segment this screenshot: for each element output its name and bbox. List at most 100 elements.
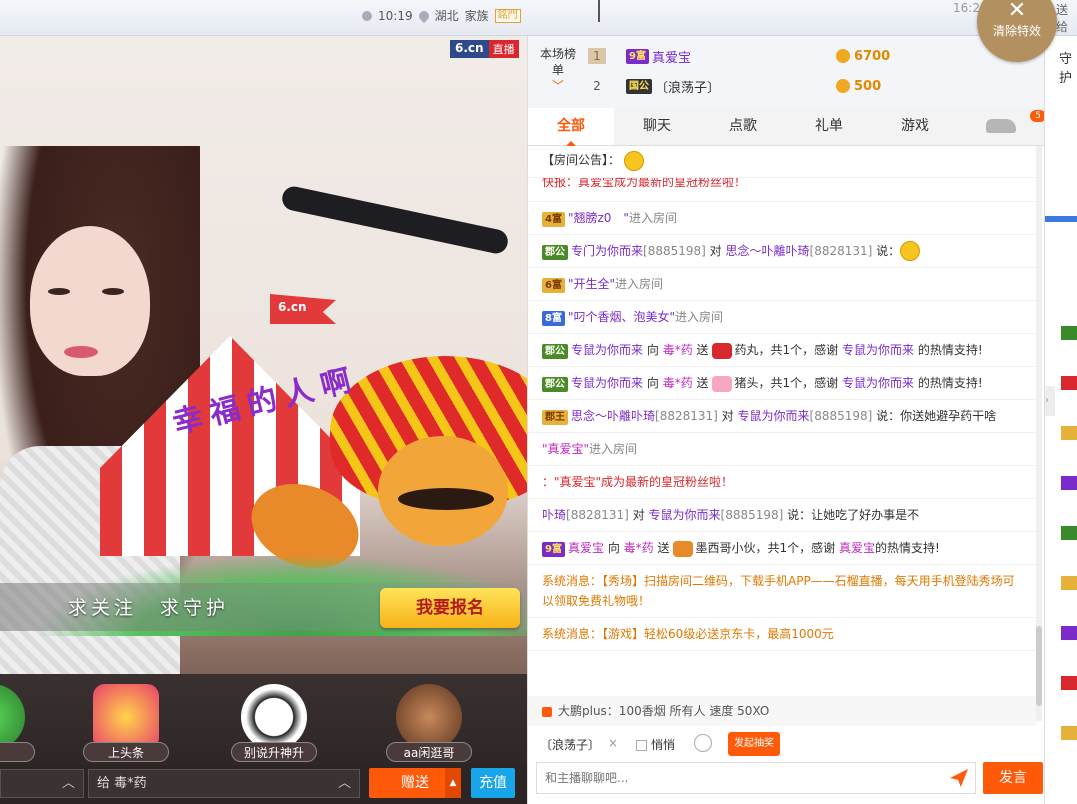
chat-toolbar: 〔浪荡子〕 × 悄悄 发起抽奖 [528,732,1044,760]
guard-tab[interactable]: 守护 [1059,48,1077,86]
user-name[interactable]: 思念～卟離卟琦 [571,409,655,423]
lottery-button[interactable]: 发起抽奖 [728,732,780,756]
user-name[interactable]: 毒*药 [663,343,693,357]
chevron-down-icon: ﹀ [551,79,564,93]
message-text: 的热情支持! [917,376,983,390]
user-id: [8828131] [809,243,873,258]
level-badge: 郡王 [542,410,568,425]
message-text: 送 [657,541,670,555]
user-name[interactable]: 毒*药 [663,376,693,390]
user-name[interactable]: 毒*药 [624,541,654,555]
user-name[interactable]: 真爱宝 [568,541,604,555]
gift-send-bar: ︿ 给 毒*药 ︿ 赠送 ▲ 充值 [0,765,527,804]
chevron-right-icon[interactable]: › [1045,386,1055,416]
gift-icon [0,684,25,750]
chat-target[interactable]: 〔浪荡子〕 [540,736,600,753]
list-item: 6富 "开生全"进入房间 [528,268,1036,301]
user-name[interactable]: 专门为你而来 [571,244,643,258]
list-item: 郡公 专鼠为你而来 向 毒*药 送药丸，共1个，感谢 专鼠为你而来 的热情支持! [528,334,1036,367]
level-badge: 8富 [542,311,565,326]
message-text: 的热情支持! [875,541,940,555]
volume-slider-tick[interactable] [598,0,600,22]
close-icon[interactable]: × [608,736,618,750]
eye-left [48,288,70,295]
user-name[interactable]: 专鼠为你而来 [571,376,643,390]
level-badge [1061,576,1077,590]
user-name[interactable]: "翘膀z0 " [568,211,629,225]
message-text: 快报：真爱宝成为最新的皇冠粉丝啦！ [542,177,747,189]
tab-games[interactable]: 游戏 [872,108,958,145]
checkbox-icon [636,740,647,751]
message-text: 向 [646,343,659,357]
rank-label[interactable]: 本场榜单 ﹀ [538,46,578,94]
rank-user: 真爱宝 [651,50,691,66]
user-name[interactable]: 专鼠为你而来 [649,508,721,522]
quantity-select[interactable]: ︿ [0,769,84,798]
chat-panel: 本场榜单 ﹀ 1 9富 真爱宝 6700 2 国公 〔浪荡子〕 500 全部 聊… [527,36,1046,804]
recharge-button[interactable]: 充值 [471,768,515,798]
tab-songs[interactable]: 点歌 [700,108,786,145]
tab-car[interactable]: 5 [958,108,1046,145]
gift-item[interactable]: aa闲逛哥 [381,684,477,762]
rank-row[interactable]: 1 9富 真爱宝 6700 [588,44,1028,68]
scrollbar-thumb[interactable] [1036,626,1042,706]
tab-all[interactable]: 全部 [528,108,614,146]
gift-item[interactable]: 回 [0,684,40,762]
user-name[interactable]: 专鼠为你而来 [738,409,810,423]
list-item: ："真爱宝"成为最新的皇冠粉丝啦！ [528,466,1036,499]
top-bar: 10:19 湖北 家族 銘門 16:2 送给 [0,0,1077,36]
recipient-select[interactable]: 给 毒*药 ︿ [88,769,360,798]
user-name[interactable]: "开生全" [568,277,615,291]
rank-row[interactable]: 2 国公 〔浪荡子〕 500 [588,74,1028,98]
list-item: 4富 "翘膀z0 "进入房间 [528,202,1036,235]
list-item: 卟琦[8828131] 对 专鼠为你而来[8885198] 说：让她吃了好办事是… [528,499,1036,532]
mexican-gift-icon [672,540,693,557]
brand-name: 6.cn [450,40,489,58]
message-text: 对 [721,409,734,423]
list-item: "真爱宝"进入房间 [528,433,1036,466]
level-badge: 国公 [626,78,652,94]
avatar-icon [396,684,462,750]
user-id: [8885198] [643,243,706,258]
level-badge [1061,326,1077,340]
user-name[interactable]: 卟琦 [542,508,566,522]
chat-input[interactable] [536,762,976,794]
user-name[interactable]: 专鼠为你而来 [571,343,643,357]
family-badge[interactable]: 銘門 [494,8,521,23]
send-gift-button[interactable]: 赠送 ▲ [369,768,461,798]
list-item: 9富 真爱宝 向 毒*药 送墨西哥小伙，共1个，感谢 真爱宝的热情支持! [528,532,1036,565]
user-name[interactable]: 真爱宝 [839,541,875,555]
message-text: 送 [696,376,709,390]
close-icon: ✕ [1007,0,1027,23]
user-name[interactable]: "叼个香烟、泡美女" [568,310,675,324]
gift-item[interactable]: 别说升神升 [226,684,322,762]
whisper-checkbox[interactable]: 悄悄 [636,736,675,753]
send-message-button[interactable]: 发言 [983,762,1043,794]
pig-gift-icon [711,375,732,392]
banner-text: 求关注 求守护 [68,597,230,619]
family-label[interactable]: 家族 [465,7,489,24]
level-badge [1061,426,1077,440]
headline-icon [93,684,159,750]
user-name[interactable]: 专鼠为你而来 [842,376,914,390]
tab-chat[interactable]: 聊天 [614,108,700,145]
message-text: 说：让她吃了好办事是不 [787,508,920,522]
message-text: 进入房间 [589,442,638,456]
video-area[interactable]: 6.cn 幸福的人啊 6.cn 直播 求关注 求守护 我要报名 回 上头条 别说… [0,36,527,804]
send-label: 赠送 [401,775,429,791]
chat-scrollbar[interactable] [1036,146,1042,721]
message-text: 送 [696,343,709,357]
tab-gifts[interactable]: 礼单 [786,108,872,145]
user-name[interactable]: 思念～卟離卟琦 [726,244,810,258]
message-text: 对 [632,508,645,522]
gift-item[interactable]: 上头条 [78,684,174,762]
emoji-icon[interactable] [694,734,712,752]
user-id: [8828131] [566,508,629,522]
user-name[interactable]: "真爱宝" [542,442,589,456]
caret-up-icon[interactable]: ▲ [445,768,461,798]
signup-button[interactable]: 我要报名 [380,588,520,628]
rank-number: 2 [593,79,601,93]
user-name[interactable]: 专鼠为你而来 [842,343,914,357]
gift-label: 上头条 [83,742,169,762]
broadcast-notice: 大鹏plus：100香烟 所有人 速度 50XO [528,696,1036,726]
